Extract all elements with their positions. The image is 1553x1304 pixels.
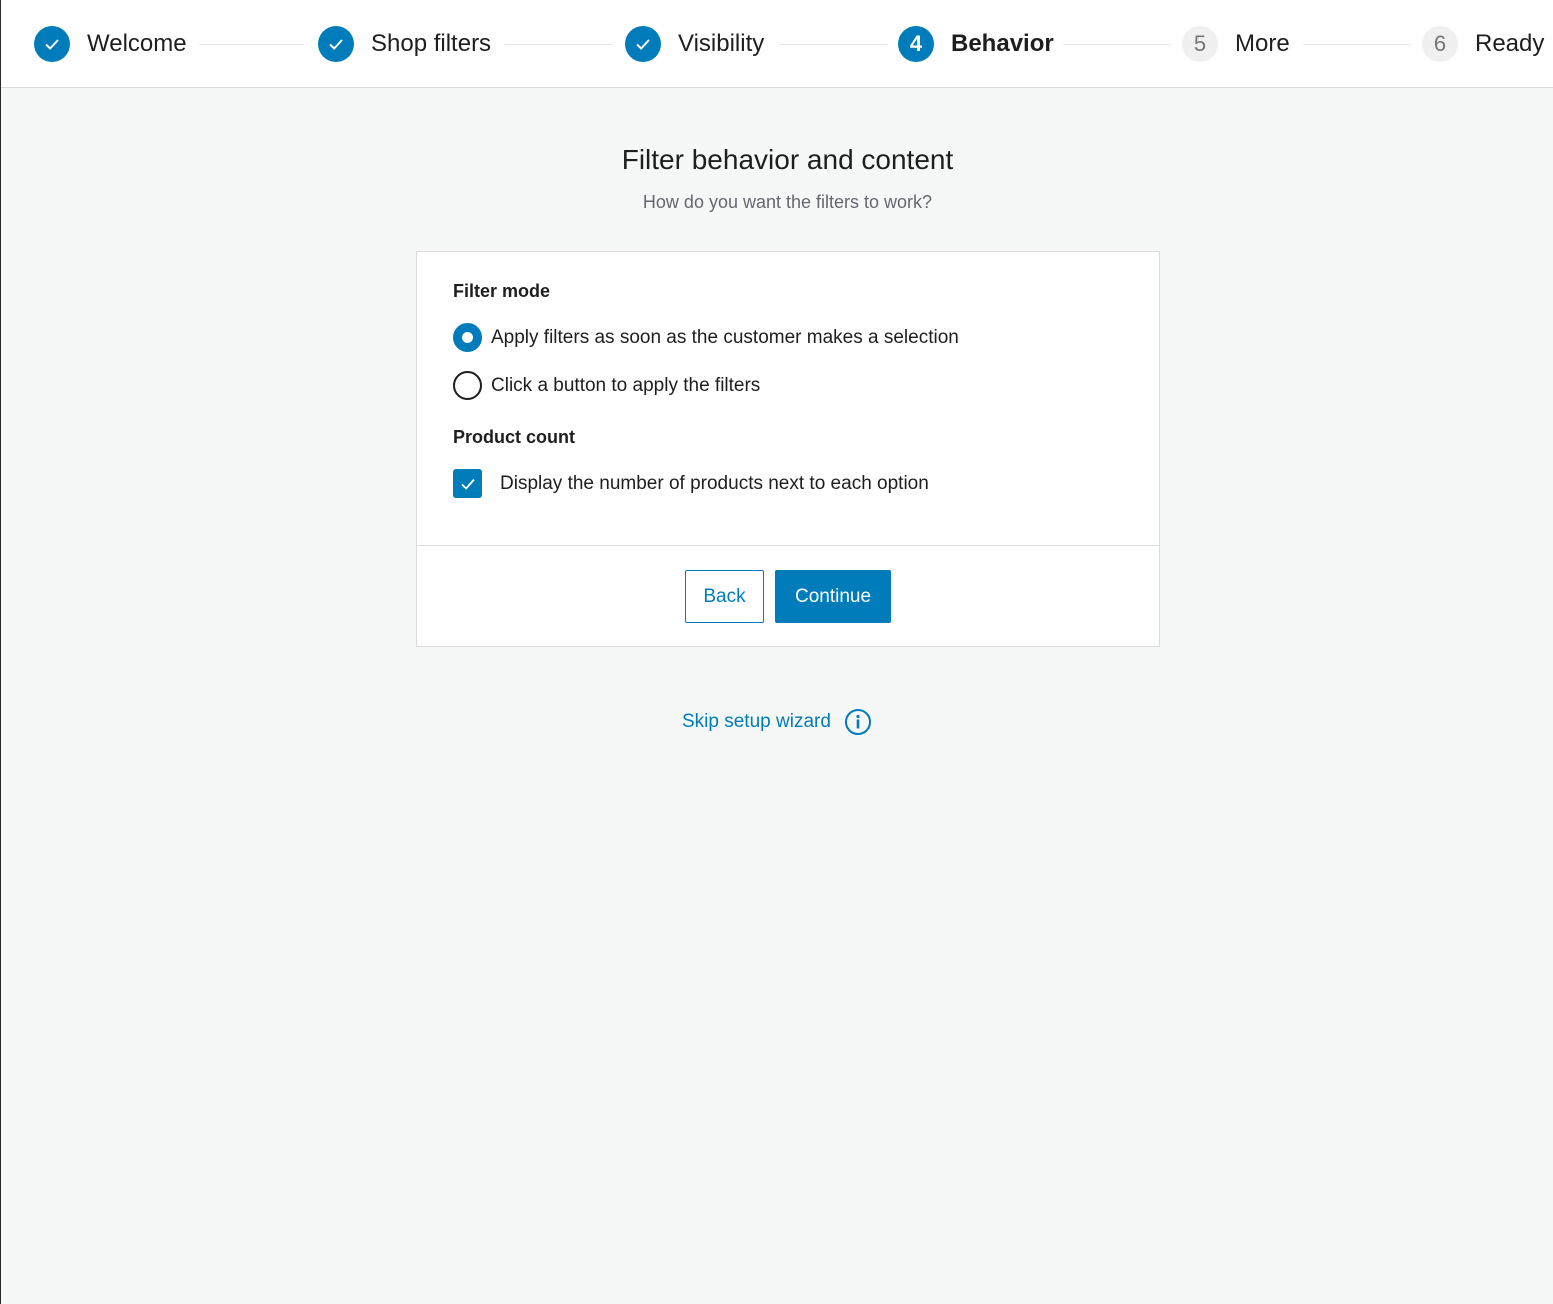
step-label: Visibility [678,30,765,57]
step-label: Ready [1475,30,1545,57]
step-connector [199,44,305,45]
step-welcome[interactable]: Welcome [34,26,187,62]
step-connector [779,44,887,45]
skip-label: Skip setup wizard [682,711,831,732]
step-ready: 6 Ready [1422,26,1544,62]
step-label: More [1235,30,1290,57]
step-more: 5 More [1182,26,1290,62]
page-title: Filter behavior and content [621,144,954,175]
step-label: Welcome [87,30,187,57]
option-label: Apply filters as soon as the customer ma… [491,326,959,348]
setup-wizard-stepper: Welcome Shop filters Visibility 4 Behavi… [1,0,1553,88]
step-behavior: 4 Behavior [898,26,1054,62]
filter-mode-option-button[interactable]: Click a button to apply the filters [453,371,760,400]
info-icon[interactable] [844,708,872,736]
radio-button-selected[interactable] [453,323,482,352]
card-footer: Back Continue [417,545,1159,646]
step-number: 6 [1422,26,1458,62]
step-visibility[interactable]: Visibility [625,26,764,62]
product-count-title: Product count [453,427,575,447]
step-connector [1303,44,1411,45]
page-subtitle: How do you want the filters to work? [642,192,933,212]
filter-mode-title: Filter mode [453,281,551,301]
check-icon [460,478,475,490]
back-button[interactable]: Back [685,570,764,623]
radio-button[interactable] [453,371,482,400]
step-label: Behavior [951,30,1054,57]
step-connector [1063,44,1171,45]
check-icon [34,26,70,62]
skip-setup-wizard-link[interactable]: Skip setup wizard [682,708,872,736]
step-connector [505,44,613,45]
step-shop-filters[interactable]: Shop filters [318,26,491,62]
check-icon [625,26,661,62]
step-label: Shop filters [371,30,492,57]
continue-button[interactable]: Continue [775,570,891,623]
step-number: 5 [1182,26,1218,62]
settings-card: Filter mode Apply filters as soon as the… [416,251,1160,647]
checkbox-checked[interactable] [453,469,482,498]
product-count-option[interactable]: Display the number of products next to e… [453,469,929,498]
check-icon [318,26,354,62]
option-label: Click a button to apply the filters [491,374,761,396]
filter-mode-option-instant[interactable]: Apply filters as soon as the customer ma… [453,323,959,352]
step-number: 4 [898,26,934,62]
checkbox-label: Display the number of products next to e… [500,472,929,494]
